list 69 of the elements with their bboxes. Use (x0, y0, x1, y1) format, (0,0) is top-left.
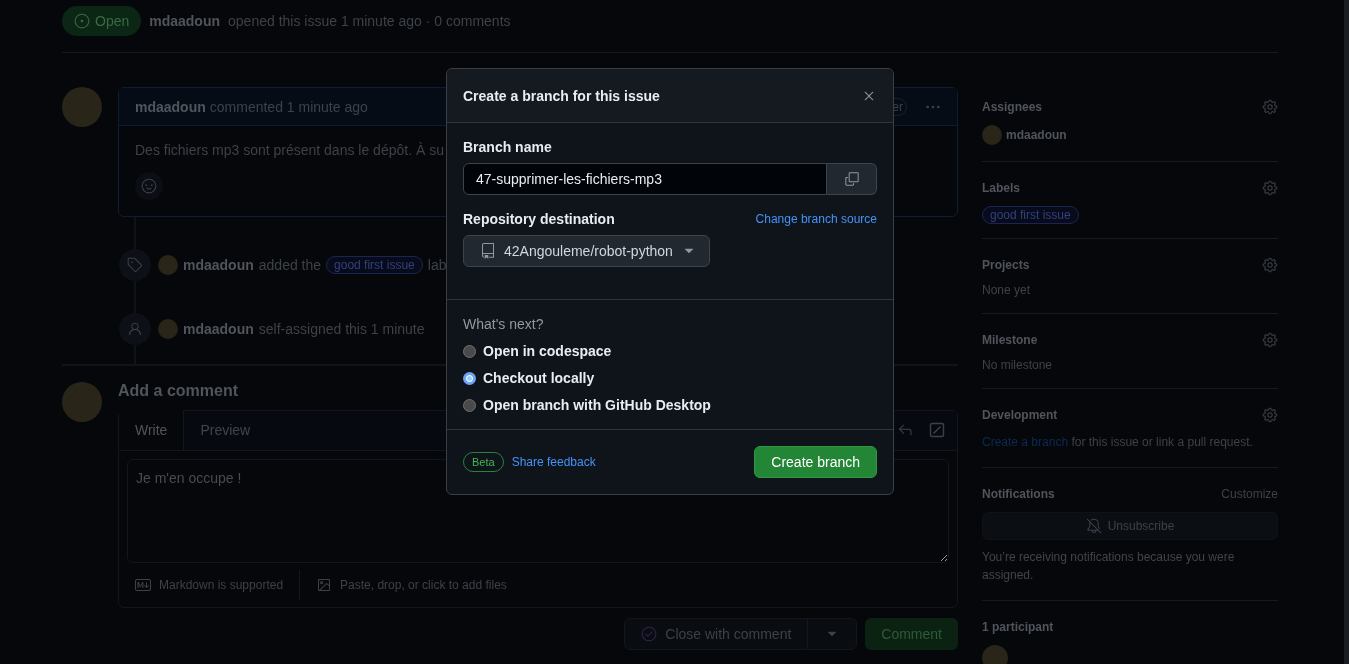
section-value: None yet (982, 283, 1032, 297)
event-text: self-assigned this 1 minute (258, 321, 425, 337)
settings-icon[interactable] (1262, 99, 1278, 115)
copy-icon (843, 171, 860, 187)
dialog-title: Create a branch for this issue (463, 87, 660, 104)
section-title: Notifications (982, 487, 1055, 501)
close-with-comment-button[interactable]: Close with comment (625, 619, 809, 649)
settings-icon[interactable] (1262, 332, 1278, 348)
assignee-name[interactable]: mdaadoun (1006, 128, 1067, 142)
repository-label: Repository destination (463, 211, 615, 227)
section-value: No milestone (982, 358, 1054, 372)
author-name[interactable]: mdaadoun (149, 12, 221, 29)
avatar (158, 255, 178, 275)
event-actor[interactable]: mdaadoun (183, 321, 254, 337)
avatar (62, 382, 102, 422)
section-title: Assignees (982, 100, 1043, 114)
radio-option[interactable]: Open branch with GitHub Desktop (463, 397, 877, 413)
event-actor[interactable]: mdaadoun (183, 257, 254, 273)
scrollbar[interactable] (1344, 0, 1349, 664)
repository-select[interactable]: 42Angouleme/robot-python (463, 235, 710, 267)
branch-name-label: Branch name (463, 139, 553, 155)
issue-meta: opened this issue 1 minute ago · 0 comments (228, 12, 511, 29)
notification-note: You’re receiving notifications because you were assigned. (982, 549, 1236, 584)
comment-button[interactable]: Comment (865, 618, 958, 650)
participant-avatar[interactable] (982, 645, 1008, 664)
avatar (158, 319, 178, 339)
bell-slash-icon (1085, 518, 1102, 534)
customize-link[interactable]: Customize (1221, 487, 1278, 501)
copy-button[interactable] (827, 163, 877, 195)
section-title: Labels (982, 181, 1020, 195)
radio-button[interactable] (463, 398, 476, 412)
reply-icon[interactable] (897, 422, 913, 438)
avatar[interactable] (62, 87, 102, 127)
radio-button[interactable] (463, 344, 476, 358)
development-text: Create a branch for this issue or link a pull request. (982, 434, 1254, 451)
image-icon (316, 577, 333, 593)
label-tag[interactable]: good first issue (982, 206, 1079, 224)
markdown-note[interactable]: Markdown is supported (159, 578, 284, 592)
create-branch-button[interactable]: Create branch (754, 446, 877, 478)
event-text: lab (427, 257, 447, 273)
comment-body: Des fichiers mp3 sont présent dans le dépôt. À su (135, 142, 444, 158)
add-comment-title: Add a comment (118, 382, 239, 400)
settings-icon[interactable] (1262, 257, 1278, 273)
label-tag[interactable]: good first issue (326, 256, 423, 274)
smiley-icon[interactable] (135, 172, 163, 200)
section-title: 1 participant (982, 620, 1054, 634)
change-source-link[interactable]: Change branch source (755, 212, 877, 226)
attach-note[interactable]: Paste, drop, or click to add files (340, 578, 507, 592)
repo-icon (480, 243, 496, 259)
issue-open-icon (74, 12, 90, 29)
avatar (982, 125, 1002, 145)
square-slash-icon[interactable] (929, 422, 945, 438)
event-text: added the (258, 257, 322, 273)
branch-name-input[interactable]: 47-supprimer-les-fichiers-mp3 (463, 163, 827, 195)
section-title: Projects (982, 258, 1030, 272)
settings-icon[interactable] (1262, 180, 1278, 196)
section-title: Development (982, 408, 1058, 422)
comment-author[interactable]: mdaadoun (135, 98, 206, 115)
radio-option[interactable]: Checkout locally (463, 370, 877, 386)
editor-tab[interactable]: Preview (184, 410, 267, 450)
settings-icon[interactable] (1262, 407, 1278, 423)
markdown-icon (135, 577, 151, 593)
radio-button[interactable] (463, 371, 476, 385)
whats-next-label: What's next? (463, 316, 545, 332)
section-title: Milestone (982, 333, 1038, 347)
create-branch-link[interactable]: Create a branch (982, 435, 1069, 449)
radio-option[interactable]: Open in codespace (463, 343, 877, 359)
open-state-badge: Open (62, 5, 142, 36)
editor-tab[interactable]: Write (119, 410, 185, 450)
